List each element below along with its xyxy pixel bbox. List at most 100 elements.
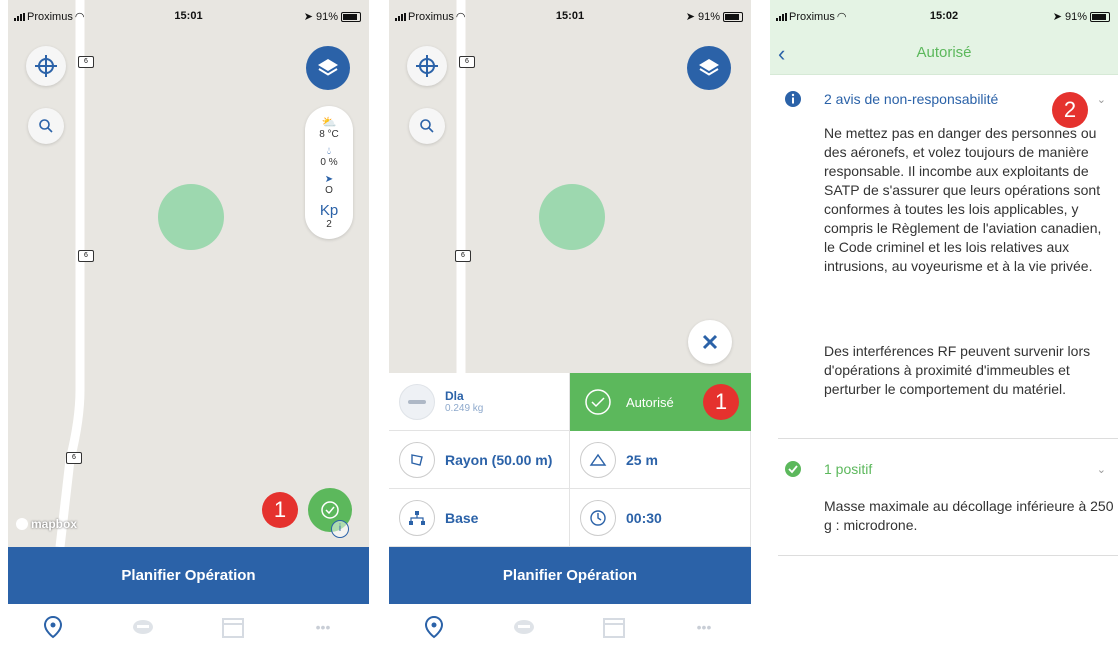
wind-direction-icon: ➤	[324, 174, 334, 185]
annotation-badge-2: 2	[1052, 92, 1088, 128]
map-layers-button[interactable]	[306, 46, 350, 90]
status-bar: Proximus ◠ 15:02 ➤ 91%	[770, 0, 1118, 32]
battery-percent: 91%	[697, 10, 720, 23]
layers-icon	[699, 59, 719, 76]
annotation-badge-1: 1	[703, 384, 739, 420]
tab-bar: •••	[8, 604, 369, 646]
more-icon: •••	[696, 619, 712, 635]
layers-icon	[318, 59, 338, 76]
nav-header: ‹ Autorisé	[770, 32, 1118, 75]
phone-authorization-details: Proximus ◠ 15:02 ➤ 91% ‹ Autorisé 2 avis d…	[770, 0, 1118, 646]
close-panel-button[interactable]	[688, 320, 732, 364]
plan-operation-button[interactable]: Planifier Opération	[389, 547, 751, 604]
info-icon[interactable]: i	[331, 520, 349, 538]
tab-more[interactable]: •••	[691, 614, 717, 640]
tab-drones[interactable]	[130, 614, 156, 640]
radius-icon	[399, 441, 435, 478]
more-icon: •••	[315, 619, 331, 635]
crosshair-icon	[416, 55, 438, 77]
drone-icon	[133, 620, 153, 634]
mapbox-logo: mapbox	[16, 517, 77, 531]
status-bar: Proximus ◠ 15:01 ➤ 91%	[8, 0, 369, 32]
chevron-down-icon[interactable]: ⌄	[1097, 463, 1106, 476]
battery-icon	[341, 11, 361, 22]
altitude-cell[interactable]: 25 m	[570, 431, 751, 489]
drone-name: Dla	[445, 389, 464, 403]
authorized-zone-circle[interactable]	[539, 184, 605, 250]
check-circle-icon	[585, 389, 611, 415]
location-arrow-icon: ➤	[1052, 11, 1062, 23]
duration-label: 00:30	[626, 509, 662, 526]
authorized-zone-circle[interactable]	[158, 184, 224, 250]
phone-flight-summary: 6 6 Proximus ◠ 15:01 ➤ 91% Dla 0.249 kg Aut…	[389, 0, 751, 646]
disclaimer-text-1: Ne mettez pas en danger des personnes ou…	[824, 125, 1102, 274]
check-circle-icon	[785, 461, 801, 477]
wind-value: O	[325, 185, 333, 196]
info-icon	[785, 91, 801, 107]
positives-section-header[interactable]: 1 positif	[824, 461, 872, 477]
check-circle-icon	[321, 501, 339, 519]
sun-cloud-icon: ⛅	[321, 115, 337, 129]
tab-calendar[interactable]	[601, 614, 627, 640]
calendar-icon	[222, 618, 244, 638]
divider	[778, 555, 1118, 556]
search-button[interactable]	[28, 108, 64, 144]
calendar-icon	[603, 618, 625, 638]
status-bar: Proximus ◠ 15:01 ➤ 91%	[389, 0, 751, 32]
drone-icon	[514, 620, 534, 634]
drone-cell[interactable]: Dla 0.249 kg	[389, 373, 570, 431]
tab-drones[interactable]	[511, 614, 537, 640]
tab-more[interactable]: •••	[310, 614, 336, 640]
battery-icon	[723, 11, 743, 22]
radius-cell[interactable]: Rayon (50.00 m)	[389, 431, 570, 489]
road-shield: 6	[66, 452, 82, 464]
precipitation-value: 0 %	[320, 157, 338, 168]
search-icon	[39, 119, 53, 133]
positive-text-1: Masse maximale au décollage inférieure à…	[824, 498, 1114, 533]
base-cell[interactable]: Base	[389, 489, 570, 547]
tab-calendar[interactable]	[220, 614, 246, 640]
road-shield: 6	[78, 56, 94, 68]
kp-label: Kp	[319, 202, 339, 219]
phone-map-view: 6 6 6 Proximus ◠ 15:01 ➤ 91% ⛅ 8 °C 💧︎ 0 % ➤…	[8, 0, 369, 646]
road-shield: 6	[455, 250, 471, 262]
close-icon	[702, 334, 718, 350]
battery-icon	[1090, 11, 1110, 22]
tab-map[interactable]	[421, 614, 447, 640]
location-arrow-icon: ➤	[303, 11, 313, 23]
map-pin-icon	[424, 615, 444, 639]
recenter-location-button[interactable]	[407, 46, 447, 86]
plan-operation-button[interactable]: Planifier Opération	[8, 547, 369, 604]
drone-weight: 0.249 kg	[445, 403, 484, 414]
battery-percent: 91%	[315, 10, 338, 23]
weather-panel[interactable]: ⛅ 8 °C 💧︎ 0 % ➤ O Kp 2	[305, 106, 353, 239]
page-title: Autorisé	[916, 44, 972, 61]
duration-cell[interactable]: 00:30	[570, 489, 751, 547]
kp-value: 2	[326, 219, 332, 230]
annotation-badge-1: 1	[262, 492, 298, 528]
divider	[778, 438, 1118, 439]
road-shield: 6	[459, 56, 475, 68]
radius-label: Rayon (50.00 m)	[445, 451, 553, 468]
recenter-location-button[interactable]	[26, 46, 66, 86]
altitude-icon	[580, 441, 616, 478]
base-label: Base	[445, 509, 479, 526]
crosshair-icon	[35, 55, 57, 77]
search-button[interactable]	[409, 108, 445, 144]
battery-percent: 91%	[1064, 10, 1087, 23]
tab-bar: •••	[389, 604, 751, 646]
clock-icon	[580, 499, 616, 536]
map-layers-button[interactable]	[687, 46, 731, 90]
hierarchy-icon	[399, 499, 435, 536]
tab-map[interactable]	[40, 614, 66, 640]
flight-summary-grid: Dla 0.249 kg Autorisé 1 Rayon (50.00 m) 2…	[389, 373, 751, 547]
temperature-value: 8 °C	[319, 129, 339, 140]
road-shield: 6	[78, 250, 94, 262]
altitude-label: 25 m	[626, 451, 658, 468]
search-icon	[420, 119, 434, 133]
chevron-down-icon[interactable]: ⌄	[1097, 93, 1106, 106]
map-pin-icon	[43, 615, 63, 639]
status-label: Autorisé	[626, 394, 674, 410]
drone-icon	[399, 383, 435, 420]
disclaimers-section-header[interactable]: 2 avis de non-responsabilité	[824, 91, 998, 107]
